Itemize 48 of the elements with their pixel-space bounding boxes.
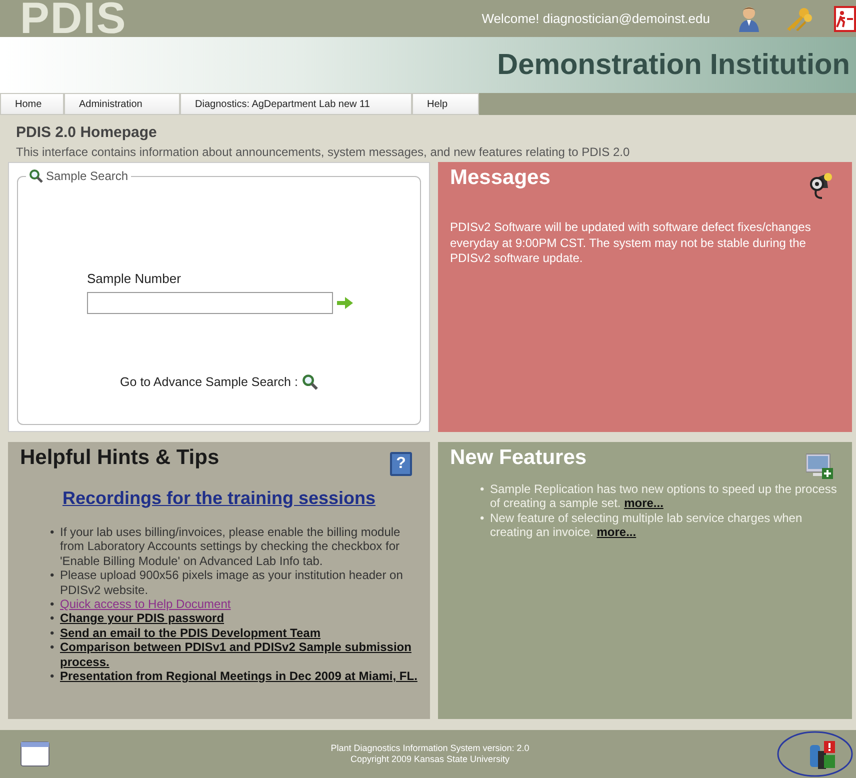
hint-link[interactable]: Presentation from Regional Meetings in Dec 2009 at Miami, FL.	[60, 668, 418, 684]
panel-title: New Features	[450, 446, 587, 470]
page-description: This interface contains information about announcements, system messages, and new features relating to PDIS 2.0	[16, 145, 631, 159]
nav-tab[interactable]: Help	[412, 93, 479, 115]
bullet: •	[50, 596, 56, 612]
exit-icon[interactable]	[834, 6, 856, 32]
footer-text: Copyright 2009 Kansas State University	[350, 754, 510, 765]
more-link[interactable]: more...	[624, 496, 664, 510]
search-icon[interactable]	[302, 374, 318, 390]
bullet: •	[50, 640, 56, 655]
panel-title: Messages	[450, 166, 550, 190]
megaphone-icon	[808, 172, 834, 200]
database-alert-icon[interactable]	[810, 739, 836, 769]
hint-text: If your lab uses billing/invoices, please enable the billing module from Laboratory Accounts settings by checking the checkbox for 'Enable Billing Module' on Advanced Lab Info tab.	[60, 525, 402, 568]
help-button[interactable]: ?	[390, 452, 412, 476]
bullet: •	[50, 568, 56, 583]
hint-text: Please upload 900x56 pixels image as your institution header on PDISv2 website.	[60, 568, 404, 597]
advance-search-text: Go to Advance Sample Search :	[120, 375, 298, 389]
logo: PDIS	[20, 0, 127, 37]
hint-link[interactable]: Send an email to the PDIS Development Team	[60, 626, 321, 640]
welcome-text: Welcome! diagnostician@demoinst.edu	[482, 11, 710, 26]
bullet: •	[480, 482, 486, 496]
window-icon[interactable]	[20, 741, 50, 767]
page-title: PDIS 2.0 Homepage	[16, 124, 158, 141]
training-link[interactable]: Recordings for the training sessions	[62, 488, 376, 508]
nav-tab[interactable]: Diagnostics: AgDepartment Lab new 11	[180, 93, 412, 115]
institution-name: Demonstration Institution	[497, 48, 850, 82]
panel-title: Helpful Hints & Tips	[20, 446, 220, 470]
bullet: •	[50, 611, 56, 626]
feature-text: Sample Replication has two new options to speed up the process of creating a sample set. more...	[490, 482, 838, 511]
search-icon	[29, 169, 43, 183]
message-text: PDISv2 Software will be updated with software defect fixes/changes everyday at 9:00PM CST. The system may not be stable during the PDISv2 software update.	[450, 220, 812, 267]
hint-link[interactable]: Change your PDIS password	[60, 611, 224, 626]
bullet: •	[480, 510, 486, 526]
more-link[interactable]: more...	[596, 525, 636, 540]
monitor-plus-icon	[806, 452, 834, 480]
footer-text: Plant Diagnostics Information System version: 2.0	[330, 743, 530, 754]
legend-text: Sample Search	[46, 169, 128, 183]
nav-tab[interactable]: Administration	[64, 93, 180, 115]
hint-link[interactable]: Comparison between PDISv1 and PDISv2 Sample submission process.	[60, 640, 418, 669]
feature-text: New feature of selecting multiple lab service charges when creating an invoice. more...	[490, 510, 804, 540]
bullet: •	[50, 668, 56, 684]
nav-tab[interactable]: Home	[0, 93, 64, 115]
bullet: •	[50, 626, 56, 640]
bullet: •	[50, 525, 56, 540]
sample-number-field[interactable]	[87, 292, 333, 314]
field-label: Sample Number	[87, 271, 181, 286]
user-icon[interactable]	[738, 6, 760, 32]
